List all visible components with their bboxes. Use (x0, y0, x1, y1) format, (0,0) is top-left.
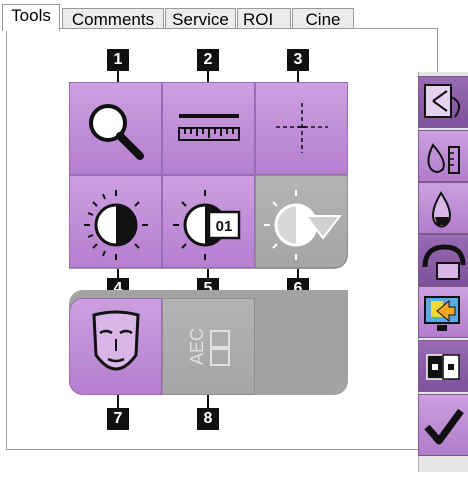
tab-service[interactable]: Service (165, 8, 236, 30)
swap-views-icon (424, 84, 461, 118)
dose-scale-button[interactable] (418, 130, 468, 182)
magnifier-icon (89, 104, 144, 160)
drop-button[interactable] (418, 182, 468, 234)
callout-7: 7 (107, 408, 129, 430)
magnifier-button[interactable] (69, 82, 162, 175)
callout-stem (207, 395, 209, 409)
tool-grid-secondary: AEC (69, 290, 348, 395)
callout-2: 2 (197, 49, 219, 71)
dose-scale-icon (427, 143, 460, 174)
monitor-icon (424, 296, 460, 331)
tab-tools[interactable]: Tools (2, 4, 60, 31)
ruler-icon (178, 114, 240, 141)
callout-1: 1 (107, 49, 129, 71)
face-button[interactable] (69, 298, 162, 395)
rotate-button[interactable] (418, 234, 468, 286)
window-level-dropdown-button[interactable] (255, 175, 348, 268)
tab-cine[interactable]: Cine (292, 8, 354, 30)
monitor-button[interactable] (418, 286, 468, 338)
accept-button[interactable] (418, 394, 468, 456)
tab-roi[interactable]: ROI (237, 8, 291, 30)
tool-grid: 01 (69, 82, 348, 269)
callout-3: 3 (287, 49, 309, 71)
invert-icon (426, 354, 460, 380)
window-level-icon (84, 190, 148, 260)
rotate-icon (422, 244, 466, 280)
tab-comments[interactable]: Comments (62, 8, 164, 30)
invert-button[interactable] (418, 340, 468, 392)
crosshair-icon (276, 103, 328, 153)
swap-views-button[interactable] (418, 76, 468, 128)
callout-stem (117, 395, 119, 409)
aec-icon: AEC (187, 328, 230, 366)
aec-button[interactable]: AEC (162, 298, 255, 395)
crosshair-button[interactable] (255, 82, 348, 175)
aec-label: AEC (187, 328, 207, 365)
window-level-presets-icon: 01 (173, 190, 241, 260)
window-level-dropdown-icon (264, 190, 343, 260)
ruler-button[interactable] (162, 82, 255, 175)
callout-8: 8 (197, 408, 219, 430)
window-level-presets-button[interactable]: 01 (162, 175, 255, 268)
drop-icon (432, 191, 451, 228)
accept-icon (424, 408, 464, 445)
window-level-button[interactable] (69, 175, 162, 268)
preset-number: 01 (216, 218, 233, 235)
face-icon (92, 310, 140, 371)
